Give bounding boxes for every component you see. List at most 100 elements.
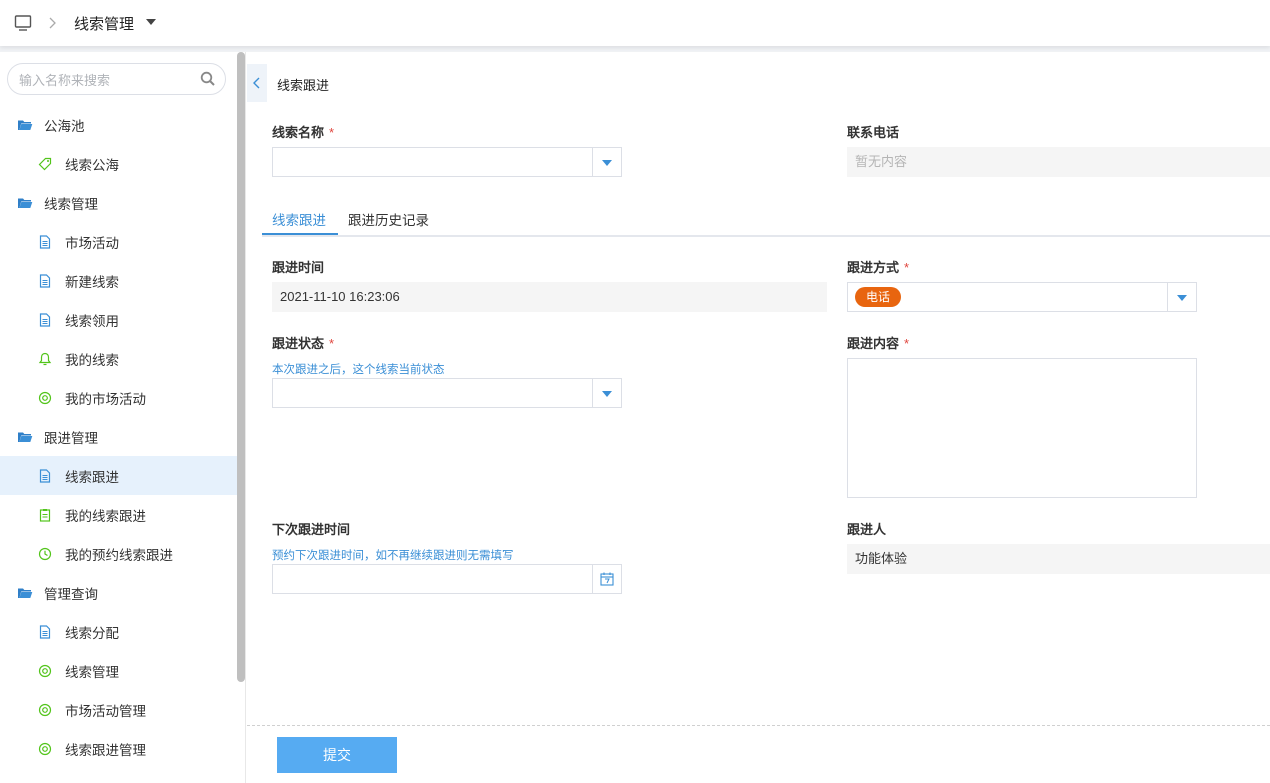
form-tabs: 线索跟进 跟进历史记录 — [262, 202, 1270, 237]
top-bar: 线索管理 — [0, 0, 1270, 46]
sidebar-group[interactable]: 跟进管理 — [0, 417, 238, 456]
follow-status-label: 跟进状态 * — [272, 333, 334, 352]
follow-status-select[interactable] — [272, 378, 622, 408]
sidebar-item[interactable]: 新建线索 — [0, 261, 238, 300]
sidebar-item-label: 我的预约线索跟进 — [65, 547, 173, 563]
phone-label: 联系电话 — [847, 125, 900, 140]
page-title: 线索跟进 — [277, 78, 330, 93]
sidebar-item-label: 线索公海 — [65, 157, 119, 173]
sidebar-item[interactable]: 线索分配 — [0, 612, 238, 651]
sidebar-item[interactable]: 线索管理 — [0, 651, 238, 690]
follow-method-label: 跟进方式 * — [847, 257, 909, 276]
sidebar-item-label: 新建线索 — [65, 274, 119, 290]
search-icon[interactable] — [200, 71, 216, 87]
follow-time-label: 跟进时间 — [272, 260, 325, 275]
sidebar-group[interactable]: 线索管理 — [0, 183, 238, 222]
dropdown-arrow[interactable] — [592, 379, 621, 407]
follow-content-label-text: 跟进内容 — [847, 336, 900, 351]
dropdown-arrow[interactable] — [592, 148, 621, 176]
sidebar-item[interactable]: 市场活动管理 — [0, 690, 238, 729]
next-follow-time-label: 下次跟进时间 — [272, 522, 351, 537]
tag-icon — [38, 157, 52, 171]
follower-field: 功能体验 — [847, 544, 1270, 574]
lead-name-label-text: 线索名称 — [272, 125, 325, 140]
chevron-left-icon — [253, 77, 260, 89]
sidebar: 公海池线索公海线索管理市场活动新建线索线索领用我的线索我的市场活动跟进管理线索跟… — [0, 52, 246, 783]
required-mark: * — [904, 336, 910, 351]
sidebar-item-label: 我的市场活动 — [65, 391, 146, 407]
module-title[interactable]: 线索管理 — [74, 13, 134, 34]
follow-status-label-text: 跟进状态 — [272, 336, 325, 351]
lead-name-label: 线索名称 * — [272, 122, 334, 141]
footer-divider — [247, 725, 1270, 726]
folder-open-icon — [17, 117, 33, 133]
follower-label: 跟进人 — [847, 522, 887, 537]
sidebar-item-label: 线索跟进 — [65, 469, 119, 485]
target-icon — [38, 703, 52, 717]
document-icon — [38, 234, 52, 249]
sidebar-item-label: 线索领用 — [65, 313, 119, 329]
search-input[interactable] — [19, 71, 199, 89]
document-icon — [38, 624, 52, 639]
follow-method-select[interactable]: 电话 — [847, 282, 1197, 312]
collapse-sidebar-button[interactable] — [247, 64, 267, 102]
sidebar-group[interactable]: 管理查询 — [0, 573, 238, 612]
follow-status-hint: 本次跟进之后，这个线索当前状态 — [272, 364, 445, 376]
active-tab-indicator — [262, 233, 338, 235]
folder-open-icon — [17, 585, 33, 601]
sidebar-group[interactable]: 公海池 — [0, 105, 238, 144]
sidebar-item[interactable]: 线索领用 — [0, 300, 238, 339]
follow-time-field: 2021-11-10 16:23:06 — [272, 282, 827, 312]
sidebar-item-label: 公海池 — [44, 118, 85, 134]
sidebar-item[interactable]: 线索跟进 — [0, 456, 238, 495]
sidebar-item[interactable]: 我的线索跟进 — [0, 495, 238, 534]
clipboard-icon — [38, 508, 52, 522]
tab-follow-history[interactable]: 跟进历史记录 — [348, 209, 429, 229]
sidebar-item[interactable]: 我的预约线索跟进 — [0, 534, 238, 573]
caret-down-icon — [1177, 295, 1187, 301]
submit-button[interactable]: 提交 — [277, 737, 397, 773]
caret-down-icon — [602, 160, 612, 166]
follow-content-textarea[interactable] — [847, 358, 1197, 498]
required-mark: * — [904, 260, 910, 275]
dropdown-arrow[interactable] — [1167, 283, 1196, 311]
bell-icon — [38, 352, 52, 366]
next-follow-time-input[interactable] — [272, 564, 622, 594]
follow-method-tag[interactable]: 电话 — [855, 287, 902, 307]
sidebar-item-label: 我的线索 — [65, 352, 119, 368]
sidebar-item-label: 我的线索跟进 — [65, 508, 146, 524]
sidebar-item-label: 线索管理 — [44, 196, 98, 212]
document-icon — [38, 273, 52, 288]
target-icon — [38, 742, 52, 756]
sidebar-item-label: 线索管理 — [65, 664, 119, 680]
sidebar-item-label: 管理查询 — [44, 586, 98, 602]
target-icon — [38, 391, 52, 405]
sidebar-item-label: 市场活动管理 — [65, 703, 146, 719]
sidebar-item[interactable]: 线索公海 — [0, 144, 238, 183]
date-picker-trigger[interactable] — [592, 565, 621, 593]
sidebar-nav: 公海池 线索公海 线索管理 市场活动 新建线索 线索领用 我的线索 我的市场活动 跟进管理 线索跟… — [0, 105, 238, 768]
tab-follow-up[interactable]: 线索跟进 — [272, 209, 326, 229]
document-icon — [38, 312, 52, 327]
sidebar-scrollbar[interactable] — [237, 52, 245, 682]
calendar-icon — [600, 572, 614, 586]
target-icon — [38, 664, 52, 678]
next-follow-time-hint: 预约下次跟进时间，如不再继续跟进则无需填写 — [272, 550, 514, 562]
follow-content-label: 跟进内容 * — [847, 333, 909, 352]
sidebar-item-label: 线索跟进管理 — [65, 742, 146, 758]
caret-down-icon — [602, 391, 612, 397]
sidebar-item[interactable]: 我的市场活动 — [0, 378, 238, 417]
phone-field: 暂无内容 — [847, 147, 1270, 177]
folder-open-icon — [17, 195, 33, 211]
sidebar-item[interactable]: 线索跟进管理 — [0, 729, 238, 768]
sidebar-item[interactable]: 市场活动 — [0, 222, 238, 261]
sidebar-search — [7, 63, 226, 95]
caret-down-icon[interactable] — [146, 19, 156, 25]
lead-name-select[interactable] — [272, 147, 622, 177]
required-mark: * — [329, 336, 335, 351]
sidebar-item-label: 跟进管理 — [44, 430, 98, 446]
sidebar-item[interactable]: 我的线索 — [0, 339, 238, 378]
follow-method-label-text: 跟进方式 — [847, 260, 900, 275]
monitor-icon[interactable] — [14, 14, 32, 32]
chevron-right-icon — [49, 17, 56, 29]
